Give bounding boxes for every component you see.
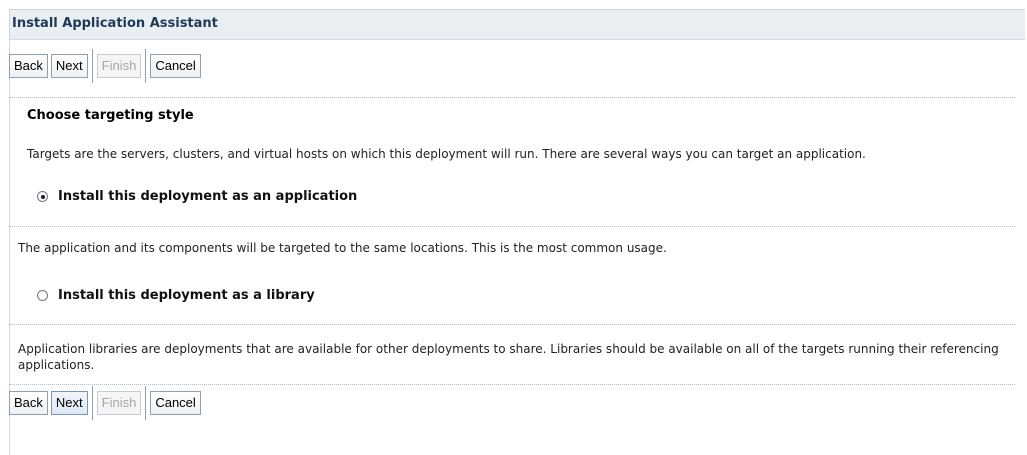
cancel-button[interactable]: Cancel: [150, 54, 201, 78]
radio-library[interactable]: [37, 290, 48, 301]
divider: [9, 384, 1015, 385]
option-application-description: The application and its components will …: [18, 241, 667, 255]
finish-button[interactable]: Finish: [96, 391, 142, 415]
back-button[interactable]: Back: [9, 54, 48, 78]
finish-button[interactable]: Finish: [96, 54, 142, 78]
option-library-label: Install this deployment as a library: [58, 288, 315, 303]
divider: [9, 226, 1015, 227]
option-application-label: Install this deployment as an applicatio…: [58, 189, 358, 204]
button-separator: [145, 386, 147, 420]
section-heading: Choose targeting style: [27, 108, 194, 123]
divider: [9, 97, 1015, 98]
radio-application[interactable]: [37, 191, 48, 202]
option-application[interactable]: Install this deployment as an applicatio…: [37, 189, 357, 204]
next-button[interactable]: Next: [50, 54, 88, 78]
bottom-button-bar: Back Next Finish Cancel: [9, 386, 204, 420]
section-description: Targets are the servers, clusters, and v…: [27, 147, 866, 161]
next-button[interactable]: Next: [50, 391, 88, 415]
option-library-description: Application libraries are deployments th…: [18, 342, 999, 372]
back-button[interactable]: Back: [9, 391, 48, 415]
top-button-bar: Back Next Finish Cancel: [9, 49, 204, 83]
divider: [9, 324, 1015, 325]
button-separator: [145, 49, 147, 83]
cancel-button[interactable]: Cancel: [150, 391, 201, 415]
option-library[interactable]: Install this deployment as a library: [37, 288, 315, 303]
button-separator: [91, 49, 93, 83]
panel-title: Install Application Assistant: [10, 10, 1025, 40]
button-separator: [91, 386, 93, 420]
